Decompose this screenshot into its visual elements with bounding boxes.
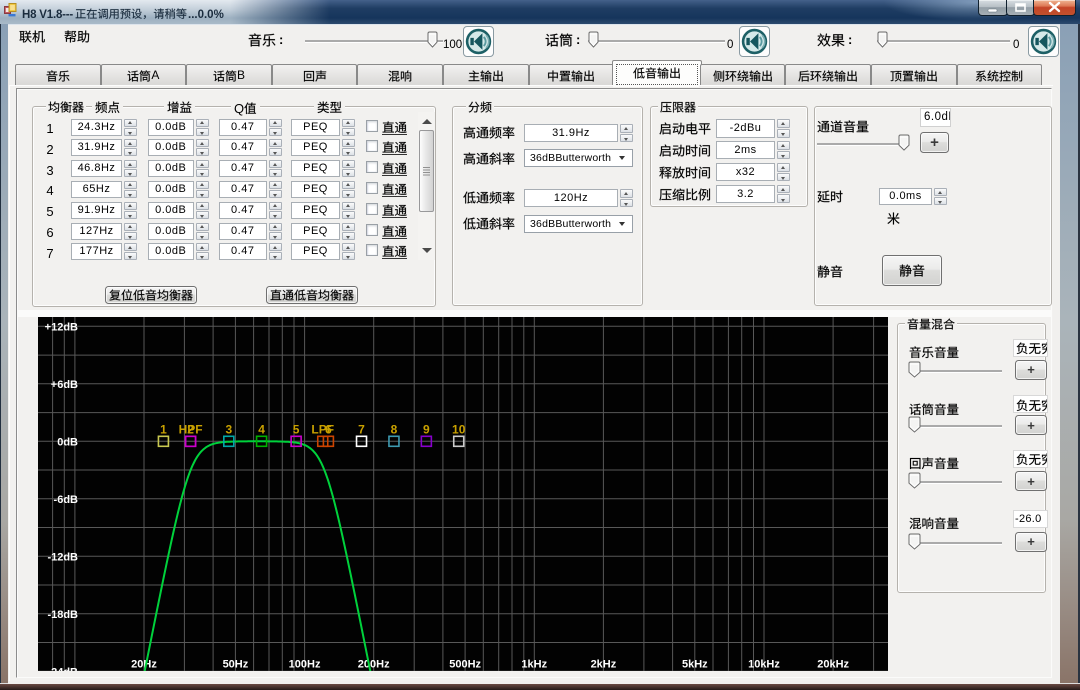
svg-text:4: 4 <box>258 422 265 436</box>
svg-text:5: 5 <box>293 422 300 436</box>
svg-text:2kHz: 2kHz <box>591 659 617 671</box>
svg-text:50Hz: 50Hz <box>223 659 249 671</box>
svg-text:10kHz: 10kHz <box>748 659 780 671</box>
svg-text:9: 9 <box>423 422 430 436</box>
svg-text:-6dB: -6dB <box>54 494 79 506</box>
svg-text:200Hz: 200Hz <box>358 659 390 671</box>
svg-text:HPF: HPF <box>179 422 203 436</box>
svg-text:7: 7 <box>358 422 365 436</box>
svg-text:+6dB: +6dB <box>51 379 78 391</box>
svg-text:20kHz: 20kHz <box>817 659 849 671</box>
svg-text:+12dB: +12dB <box>45 321 78 333</box>
svg-text:10: 10 <box>452 422 466 436</box>
svg-text:-24dB: -24dB <box>47 666 78 671</box>
svg-text:0dB: 0dB <box>57 436 78 448</box>
svg-text:500Hz: 500Hz <box>449 659 481 671</box>
svg-text:-12dB: -12dB <box>47 551 78 563</box>
svg-text:3: 3 <box>225 422 232 436</box>
svg-text:100Hz: 100Hz <box>289 659 321 671</box>
svg-text:6: 6 <box>325 422 332 436</box>
svg-text:1kHz: 1kHz <box>521 659 547 671</box>
svg-text:-18dB: -18dB <box>47 609 78 621</box>
svg-text:1: 1 <box>160 422 167 436</box>
svg-text:8: 8 <box>391 422 398 436</box>
svg-text:5kHz: 5kHz <box>682 659 708 671</box>
